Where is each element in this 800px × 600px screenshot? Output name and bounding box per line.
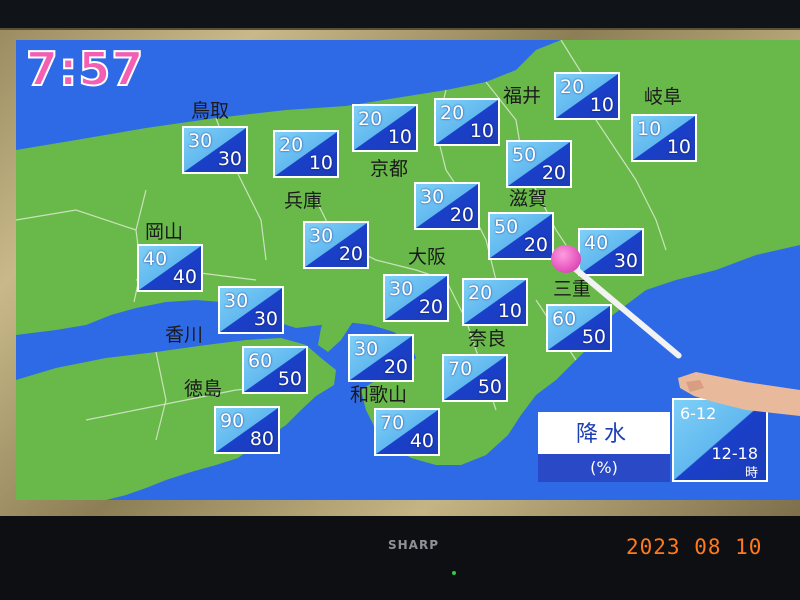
precip-box: 60 50 xyxy=(546,304,612,352)
precip-box-mie: 40 30 xyxy=(578,228,644,276)
precip-am: 30 xyxy=(420,186,445,208)
pref-label-wakayama: 和歌山 xyxy=(350,384,408,406)
precip-am: 10 xyxy=(637,118,662,140)
precip-am: 50 xyxy=(494,216,519,238)
precip-box: 70 50 xyxy=(442,354,508,402)
precip-box-tottori: 30 30 xyxy=(182,126,248,174)
precip-pm: 50 xyxy=(277,368,302,390)
precip-am: 60 xyxy=(248,350,273,372)
pref-label-okayama: 岡山 xyxy=(145,221,184,243)
precip-am: 20 xyxy=(279,134,304,156)
pref-label-fukui: 福井 xyxy=(503,85,542,107)
precip-pm: 10 xyxy=(497,300,522,322)
precip-am: 20 xyxy=(560,76,585,98)
pref-label-kagawa: 香川 xyxy=(165,324,204,346)
precip-am: 30 xyxy=(389,278,414,300)
pref-label-hyogo: 兵庫 xyxy=(284,190,323,212)
precip-box-fukui: 20 10 xyxy=(554,72,620,120)
precip-box-gifu: 10 10 xyxy=(631,114,697,162)
precip-box-tokushima: 60 50 xyxy=(242,346,308,394)
pref-label-kyoto: 京都 xyxy=(370,158,409,180)
precip-pm: 10 xyxy=(666,136,691,158)
legend-period-pm: 12-18 xyxy=(711,444,759,463)
precip-box-wakayama: 30 20 xyxy=(348,334,414,382)
precip-pm: 10 xyxy=(469,120,494,142)
precip-box-shiga: 50 20 xyxy=(488,212,554,260)
pref-label-mie: 三重 xyxy=(553,278,592,300)
precip-box-nara: 20 10 xyxy=(462,278,528,326)
pref-label-tottori: 鳥取 xyxy=(191,100,230,122)
precip-am: 20 xyxy=(468,282,493,304)
precip-pm: 20 xyxy=(449,204,474,226)
precip-box-okayama: 40 40 xyxy=(137,244,203,292)
precip-am: 40 xyxy=(584,232,609,254)
precip-pm: 20 xyxy=(541,162,566,184)
precip-box: 70 40 xyxy=(374,408,440,456)
precip-am: 50 xyxy=(512,144,537,166)
legend-period-suffix: 時 xyxy=(744,466,758,481)
precip-box: 20 10 xyxy=(434,98,500,146)
precip-pm: 20 xyxy=(523,234,548,256)
precip-am: 90 xyxy=(220,410,245,432)
precip-box: 30 20 xyxy=(414,182,480,230)
legend-title: 降水 xyxy=(575,422,632,447)
pointer-tip-icon xyxy=(551,245,581,273)
precip-pm: 40 xyxy=(409,430,434,452)
precip-pm: 80 xyxy=(249,428,274,450)
precip-pm: 30 xyxy=(217,148,242,170)
tv-top-bezel xyxy=(0,0,800,30)
precip-box-kagawa: 30 30 xyxy=(218,286,284,334)
precip-box-osaka: 30 20 xyxy=(383,274,449,322)
precip-pm: 20 xyxy=(418,296,443,318)
tv-brand-logo: SHARP xyxy=(388,538,440,552)
precip-box: 90 80 xyxy=(214,406,280,454)
precip-am: 70 xyxy=(380,412,405,434)
precip-am: 30 xyxy=(354,338,379,360)
precip-box: 50 20 xyxy=(506,140,572,188)
precip-pm: 20 xyxy=(338,243,363,265)
pref-label-shiga: 滋賀 xyxy=(509,188,548,210)
precip-pm: 10 xyxy=(308,152,333,174)
precip-am: 20 xyxy=(358,108,383,130)
precip-box: 20 10 xyxy=(273,130,339,178)
precip-pm: 30 xyxy=(613,250,638,272)
precip-pm: 10 xyxy=(589,94,614,116)
precip-pm: 50 xyxy=(477,376,502,398)
precip-pm: 10 xyxy=(387,126,412,148)
precip-box-hyogo: 30 20 xyxy=(303,221,369,269)
pref-label-osaka: 大阪 xyxy=(408,246,447,268)
precip-am: 30 xyxy=(309,225,334,247)
legend-unit: (%) xyxy=(538,454,670,482)
precip-pm: 50 xyxy=(581,326,606,348)
power-led-icon xyxy=(452,571,456,575)
pref-label-nara: 奈良 xyxy=(468,328,507,350)
photo-date-stamp: 2023 08 10 xyxy=(626,535,763,559)
precip-pm: 30 xyxy=(253,308,278,330)
pref-label-tokushima: 徳島 xyxy=(184,378,223,400)
precip-am: 70 xyxy=(448,358,473,380)
precip-am: 20 xyxy=(440,102,465,124)
precip-am: 30 xyxy=(224,290,249,312)
precip-am: 60 xyxy=(552,308,577,330)
precip-pm: 40 xyxy=(172,266,197,288)
precip-am: 30 xyxy=(188,130,213,152)
precip-pm: 20 xyxy=(383,356,408,378)
precip-box-kyoto: 20 10 xyxy=(352,104,418,152)
pref-label-gifu: 岐阜 xyxy=(644,86,683,108)
precip-am: 40 xyxy=(143,248,168,270)
broadcast-time: 7:57 xyxy=(25,42,145,96)
precip-legend: 降水 (%) xyxy=(538,412,670,482)
presenter-hand xyxy=(678,372,800,416)
